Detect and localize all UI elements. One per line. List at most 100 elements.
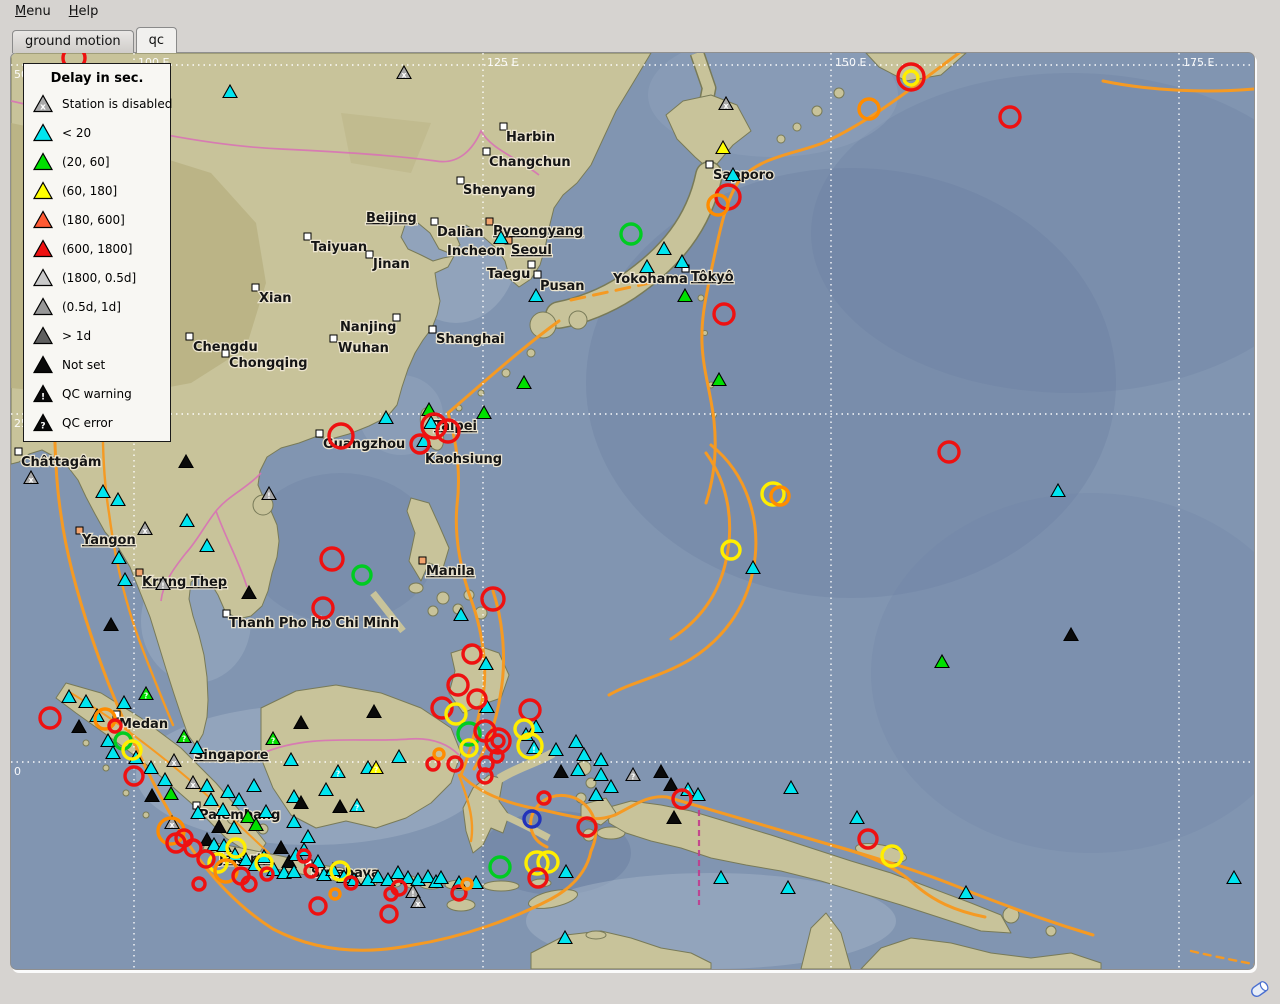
station-glyph: x <box>170 821 175 830</box>
station-glyph: x <box>29 476 34 485</box>
city-marker <box>419 557 426 564</box>
city-label: Jinan <box>372 257 410 272</box>
legend-triangle-icon <box>32 239 54 258</box>
station-glyph: ? <box>336 770 340 779</box>
legend-triangle-icon <box>32 326 54 345</box>
legend-triangle-icon: ! <box>32 384 54 403</box>
legend-item: (20, 60] <box>24 147 170 176</box>
city-label: Nanjing <box>340 320 396 335</box>
menu-bar: MenuHelp <box>0 0 1280 22</box>
city-marker <box>486 218 493 225</box>
city-label: Xian <box>259 291 292 306</box>
legend-item: (600, 1800] <box>24 234 170 263</box>
legend-triangle-icon <box>32 297 54 316</box>
legend-item: (1800, 0.5d] <box>24 263 170 292</box>
city-marker <box>429 326 436 333</box>
legend-item: xStation is disabled <box>24 89 170 118</box>
legend-item: Not set <box>24 350 170 379</box>
city-label: Dalian <box>437 225 484 240</box>
legend-item: (60, 180] <box>24 176 170 205</box>
city-marker <box>534 271 541 278</box>
city-marker <box>304 233 311 240</box>
legend-title: Delay in sec. <box>24 71 170 86</box>
legend-triangle-icon <box>32 210 54 229</box>
menu-item-help[interactable]: Help <box>60 2 108 21</box>
station-glyph: ? <box>271 737 275 746</box>
svg-text:!: ! <box>41 393 45 403</box>
city-label: Pusan <box>540 279 585 294</box>
city-label: Yangon <box>81 533 136 548</box>
city-label: Shanghai <box>436 332 504 347</box>
city-label: Taiyuan <box>311 240 367 255</box>
station-glyph: x <box>143 527 148 536</box>
city-marker <box>366 251 373 258</box>
legend-item: ?QC error <box>24 408 170 437</box>
city-label: Changchun <box>489 155 571 170</box>
map-legend: Delay in sec. xStation is disabled< 20(2… <box>23 63 171 442</box>
legend-triangle-icon <box>32 355 54 374</box>
city-label: Tôkyô <box>691 270 734 285</box>
station-glyph: ! <box>161 582 164 591</box>
city-marker <box>330 335 337 342</box>
city-label: Thanh Pho Ho Chi Minh <box>229 616 399 631</box>
city-marker <box>316 430 323 437</box>
legend-triangle-icon: x <box>32 94 54 113</box>
city-label: Beijing <box>366 211 417 226</box>
city-label: Singapore <box>194 748 269 763</box>
station-glyph: ! <box>532 746 535 755</box>
city-label: Guangzhou <box>323 437 405 452</box>
station-glyph: ? <box>144 692 148 701</box>
status-bar <box>0 970 1280 1004</box>
station-glyph: x <box>172 759 177 768</box>
legend-triangle-icon <box>32 123 54 142</box>
legend-triangle-icon: ? <box>32 413 54 432</box>
city-label: Medan <box>119 717 168 732</box>
city-label: Taegu <box>487 267 530 282</box>
legend-item: < 20 <box>24 118 170 147</box>
city-label: Incheon <box>447 244 505 259</box>
menu-item-menu[interactable]: Menu <box>6 2 60 21</box>
station-glyph: ! <box>267 492 270 501</box>
city-label: Harbin <box>506 130 555 145</box>
station-glyph: ? <box>631 773 635 782</box>
city-label: Châttagâm <box>21 455 101 470</box>
meridian-label: 125 E <box>487 56 518 69</box>
meridian-label: 150 E <box>835 56 866 69</box>
city-marker <box>706 161 713 168</box>
city-label: Shenyang <box>463 183 536 198</box>
station-glyph: x <box>416 900 421 909</box>
city-marker <box>483 148 490 155</box>
city-marker <box>252 284 259 291</box>
station-glyph: ? <box>355 804 359 813</box>
city-marker <box>500 123 507 130</box>
tab-qc[interactable]: qc <box>136 27 177 53</box>
legend-item: > 1d <box>24 321 170 350</box>
station-glyph: x <box>191 781 196 790</box>
legend-item: (0.5d, 1d] <box>24 292 170 321</box>
map-view[interactable]: 100 E125 E150 E175 E50 N25 N0 HarbinChan… <box>10 52 1255 970</box>
station-glyph: x <box>724 102 729 111</box>
legend-triangle-icon <box>32 152 54 171</box>
svg-text:?: ? <box>40 422 45 432</box>
station-glyph: ? <box>374 766 378 775</box>
city-label: Krung Thep <box>142 575 227 590</box>
nav-cylinder-icon[interactable] <box>1248 978 1272 1000</box>
meridian-label: 175 E <box>1183 56 1214 69</box>
city-label: Chongqing <box>229 356 308 371</box>
parallel-label: 0 <box>14 765 21 778</box>
station-glyph: ! <box>411 890 414 899</box>
legend-triangle-icon <box>32 268 54 287</box>
city-label: Seoul <box>511 243 552 258</box>
tab-ground-motion[interactable]: ground motion <box>12 30 134 53</box>
legend-triangle-icon <box>32 181 54 200</box>
legend-item: (180, 600] <box>24 205 170 234</box>
city-marker <box>15 448 22 455</box>
city-label: Wuhan <box>338 341 389 356</box>
city-marker <box>186 333 193 340</box>
city-marker <box>222 350 229 357</box>
city-label: Manila <box>426 564 475 579</box>
city-marker <box>431 218 438 225</box>
city-label: Kaohsiung <box>425 452 502 467</box>
svg-text:x: x <box>40 103 46 113</box>
station-glyph: x <box>402 71 407 80</box>
